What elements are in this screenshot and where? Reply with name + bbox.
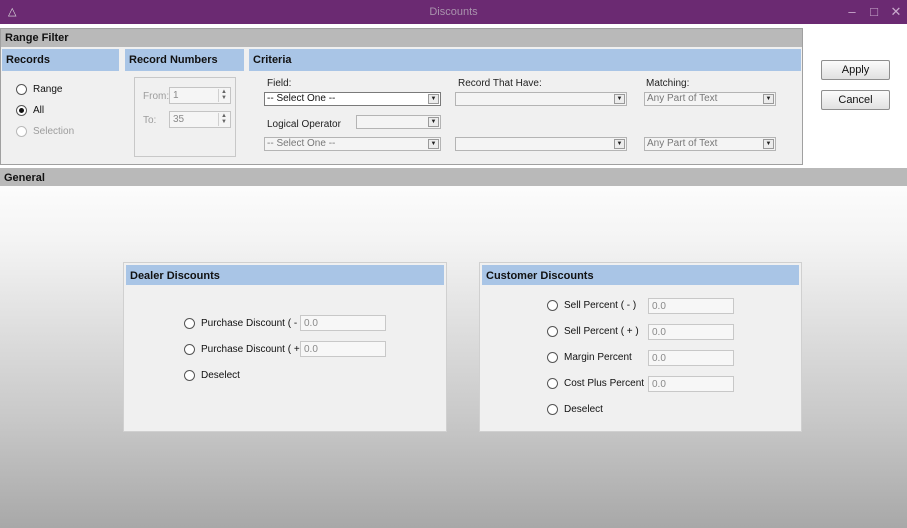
dropdown-arrow-icon: ▼	[428, 117, 439, 127]
criteria-title: Criteria	[249, 49, 801, 71]
margin-percent-input[interactable]: 0.0	[648, 350, 734, 366]
field-select-1[interactable]: -- Select One -- ▼	[264, 92, 441, 106]
range-filter-panel: Range Filter Records Range All Selection…	[0, 28, 803, 165]
dropdown-arrow-icon: ▼	[763, 139, 774, 149]
record-that-have-select-2: ▼	[455, 137, 627, 151]
margin-percent-radio[interactable]: Margin Percent	[547, 352, 632, 363]
from-label: From:	[143, 91, 170, 102]
cost-plus-percent-input[interactable]: 0.0	[648, 376, 734, 392]
radio-label: Cost Plus Percent	[564, 378, 645, 389]
dealer-discounts-panel: Dealer Discounts Purchase Discount ( - )…	[123, 262, 447, 432]
radio-button[interactable]	[547, 326, 558, 337]
title-bar: △ Discounts – □ ✕	[0, 0, 907, 24]
radio-button[interactable]	[184, 318, 195, 329]
records-radio-selection: Selection	[16, 126, 74, 137]
radio-label: Sell Percent ( - )	[564, 300, 637, 311]
close-icon[interactable]: ✕	[887, 3, 905, 21]
cancel-button[interactable]: Cancel	[821, 90, 890, 110]
general-header: General	[0, 168, 907, 186]
sell-percent-plus-radio[interactable]: Sell Percent ( + )	[547, 326, 639, 337]
range-filter-header: Range Filter	[1, 29, 802, 47]
dropdown-arrow-icon: ▼	[428, 139, 439, 149]
radio-label: Sell Percent ( + )	[564, 326, 639, 337]
radio-button[interactable]	[184, 370, 195, 381]
dealer-deselect-radio[interactable]: Deselect	[184, 370, 240, 381]
matching-select-2: Any Part of Text ▼	[644, 137, 776, 151]
sell-percent-minus-input[interactable]: 0.0	[648, 298, 734, 314]
purchase-discount-plus-radio[interactable]: Purchase Discount ( + )	[184, 344, 306, 355]
field-label: Field:	[267, 78, 292, 89]
dealer-discounts-title: Dealer Discounts	[126, 265, 444, 285]
cost-plus-percent-radio[interactable]: Cost Plus Percent	[547, 378, 644, 389]
record-numbers-title: Record Numbers	[125, 49, 244, 71]
radio-button[interactable]	[547, 378, 558, 389]
spin-arrows-icon: ▲ ▼	[218, 113, 229, 126]
radio-label: Purchase Discount ( + )	[201, 344, 306, 355]
logical-operator-select: ▼	[356, 115, 441, 129]
customer-deselect-radio[interactable]: Deselect	[547, 404, 603, 415]
radio-button[interactable]	[547, 404, 558, 415]
radio-label: Deselect	[564, 404, 603, 415]
window-title: Discounts	[429, 6, 478, 18]
radio-button	[16, 126, 27, 137]
records-radio-range[interactable]: Range	[16, 84, 62, 95]
matching-label: Matching:	[646, 78, 690, 89]
radio-label: Deselect	[201, 370, 240, 381]
radio-label: Selection	[33, 126, 75, 137]
to-value: 35	[173, 114, 185, 125]
customer-discounts-panel: Customer Discounts Sell Percent ( - ) 0.…	[479, 262, 802, 432]
dropdown-arrow-icon: ▼	[428, 94, 439, 104]
purchase-discount-plus-input[interactable]: 0.0	[300, 341, 386, 357]
maximize-icon[interactable]: □	[865, 3, 883, 21]
from-value: 1	[173, 90, 179, 101]
select-value: Any Part of Text	[647, 138, 718, 149]
purchase-discount-minus-radio[interactable]: Purchase Discount ( - )	[184, 318, 303, 329]
radio-button[interactable]	[547, 300, 558, 311]
sell-percent-plus-input[interactable]: 0.0	[648, 324, 734, 340]
sell-percent-minus-radio[interactable]: Sell Percent ( - )	[547, 300, 636, 311]
customer-discounts-title: Customer Discounts	[482, 265, 799, 285]
radio-label: Purchase Discount ( - )	[201, 318, 304, 329]
general-panel: General Dealer Discounts Purchase Discou…	[0, 168, 907, 528]
field-select-value: -- Select One --	[267, 93, 336, 104]
record-that-have-select-1: ▼	[455, 92, 627, 106]
radio-button[interactable]	[16, 84, 27, 95]
radio-label: Margin Percent	[564, 352, 632, 363]
from-stepper: 1 ▲ ▼	[169, 87, 231, 104]
radio-label: Range	[33, 84, 63, 95]
purchase-discount-minus-input[interactable]: 0.0	[300, 315, 386, 331]
radio-button[interactable]	[16, 105, 27, 116]
select-value: -- Select One --	[267, 138, 336, 149]
dropdown-arrow-icon: ▼	[763, 94, 774, 104]
to-label: To:	[143, 115, 157, 126]
record-that-have-label: Record That Have:	[458, 78, 542, 89]
matching-select-1: Any Part of Text ▼	[644, 92, 776, 106]
dropdown-arrow-icon: ▼	[614, 139, 625, 149]
records-title: Records	[2, 49, 119, 71]
records-radio-all[interactable]: All	[16, 105, 44, 116]
radio-button[interactable]	[184, 344, 195, 355]
dropdown-arrow-icon: ▼	[614, 94, 625, 104]
spin-arrows-icon: ▲ ▼	[218, 89, 229, 102]
radio-label: All	[33, 105, 45, 116]
radio-button[interactable]	[547, 352, 558, 363]
minimize-icon[interactable]: –	[843, 3, 861, 21]
logical-operator-label: Logical Operator	[267, 119, 341, 130]
apply-button[interactable]: Apply	[821, 60, 890, 80]
field-select-2: -- Select One -- ▼	[264, 137, 441, 151]
select-value: Any Part of Text	[647, 93, 718, 104]
to-stepper: 35 ▲ ▼	[169, 111, 231, 128]
